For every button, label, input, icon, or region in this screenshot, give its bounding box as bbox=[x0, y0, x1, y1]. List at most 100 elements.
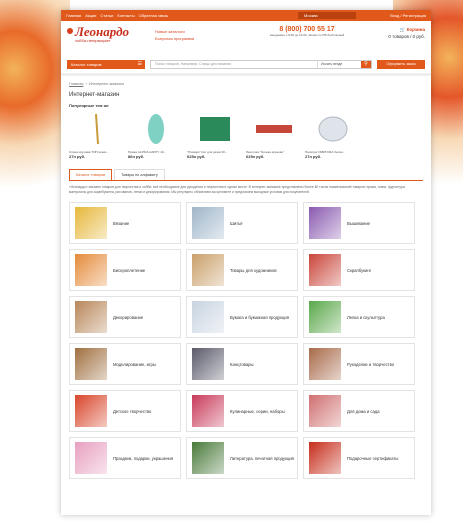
product-image[interactable] bbox=[128, 111, 183, 147]
category-thumbnail[interactable] bbox=[192, 301, 224, 333]
category-thumbnail[interactable] bbox=[309, 207, 341, 239]
top-nav-link[interactable]: Контакты bbox=[117, 13, 134, 18]
ribbon-shape bbox=[255, 125, 292, 133]
product-image[interactable] bbox=[246, 111, 301, 147]
category-card[interactable]: Вышивание bbox=[303, 202, 415, 244]
checkout-button[interactable]: Оформить заказ bbox=[377, 59, 425, 69]
product-carousel: Спица круговая ТИП алюм... 27н руб. Пряж… bbox=[61, 108, 431, 159]
product-image[interactable] bbox=[305, 111, 360, 147]
search-input[interactable]: Поиск товаров, Например: Спицы для вязан… bbox=[155, 62, 231, 66]
product-image[interactable] bbox=[69, 111, 124, 147]
product-price: 27н руб. bbox=[69, 154, 86, 159]
catalogs-link[interactable]: Новые каталоги bbox=[155, 28, 245, 35]
search-button[interactable]: ⚲ bbox=[361, 60, 371, 68]
breadcrumb-home[interactable]: Главная bbox=[69, 82, 83, 86]
category-name[interactable]: Товары для художников bbox=[230, 268, 277, 273]
top-nav-link[interactable]: Статьи bbox=[100, 13, 113, 18]
category-thumbnail[interactable] bbox=[192, 254, 224, 286]
product-card[interactable]: Спица круговая ТИП алюм... 27н руб. bbox=[69, 111, 124, 159]
category-thumbnail[interactable] bbox=[75, 254, 107, 286]
product-image[interactable] bbox=[187, 111, 242, 147]
cart[interactable]: 🛒 Корзина 0 товаров / 0 руб. bbox=[369, 26, 425, 40]
category-thumbnail[interactable] bbox=[192, 395, 224, 427]
category-thumbnail[interactable] bbox=[75, 301, 107, 333]
logo[interactable]: Леонардо хобби-гипермаркет bbox=[67, 25, 155, 43]
category-name[interactable]: Канцтовары bbox=[230, 362, 254, 367]
cart-summary: 0 товаров / 0 руб. bbox=[388, 34, 425, 39]
category-card[interactable]: Лепка и скульптура bbox=[303, 296, 415, 338]
category-name[interactable]: Бумага и бумажная продукция bbox=[230, 315, 289, 320]
category-name[interactable]: Бисероплетение bbox=[113, 268, 145, 273]
site-header: Леонардо хобби-гипермаркет Новые каталог… bbox=[61, 21, 431, 57]
category-name[interactable]: Лепка и скульптура bbox=[347, 315, 385, 320]
top-nav-link[interactable]: Главная bbox=[66, 13, 81, 18]
top-nav-link[interactable]: Обратная связь bbox=[139, 13, 168, 18]
category-thumbnail[interactable] bbox=[309, 301, 341, 333]
product-card[interactable]: Ленточка "Тесьма кружево" 625н руб. bbox=[246, 111, 301, 159]
search-icon: ⚲ bbox=[364, 61, 368, 67]
needle-shape bbox=[94, 113, 99, 145]
top-nav: Главная Акции Статьи Контакты Обратная с… bbox=[66, 13, 298, 18]
category-thumbnail[interactable] bbox=[309, 348, 341, 380]
category-name[interactable]: Вышивание bbox=[347, 221, 370, 226]
category-name[interactable]: Скрапбукинг bbox=[347, 268, 371, 273]
category-card[interactable]: Бисероплетение bbox=[69, 249, 181, 291]
catalog-button[interactable]: Каталог товаров ☰ bbox=[67, 59, 145, 69]
category-name[interactable]: Декорирование bbox=[113, 315, 143, 320]
category-name[interactable]: Рукоделие и творчество bbox=[347, 362, 394, 367]
category-card[interactable]: Декорирование bbox=[69, 296, 181, 338]
category-card[interactable]: Рукоделие и творчество bbox=[303, 343, 415, 385]
category-card[interactable]: Праздник, подарки, украшения bbox=[69, 437, 181, 479]
category-card[interactable]: Шитьё bbox=[186, 202, 298, 244]
category-name[interactable]: Детское творчество bbox=[113, 409, 151, 414]
cart-label: Корзина bbox=[406, 27, 425, 32]
category-thumbnail[interactable] bbox=[192, 348, 224, 380]
category-card[interactable]: Моделирование, игры bbox=[69, 343, 181, 385]
tab-bar: Каталог товаров Товары по алфавиту bbox=[69, 159, 423, 181]
category-card[interactable]: Кулинарные, серии, наборы bbox=[186, 390, 298, 432]
product-card[interactable]: "Пэчворк" Кат для резки 30... 625н руб. bbox=[187, 111, 242, 159]
category-card[interactable]: Канцтовары bbox=[186, 343, 298, 385]
category-card[interactable]: Скрапбукинг bbox=[303, 249, 415, 291]
category-card[interactable]: Бумага и бумажная продукция bbox=[186, 296, 298, 338]
category-name[interactable]: Подарочные сертификаты bbox=[347, 456, 398, 461]
category-card[interactable]: Вязание bbox=[69, 202, 181, 244]
contacts: 8 (800) 700 55 17 ежедневно с 9:00 до 21… bbox=[245, 26, 369, 37]
login-link[interactable]: Вход / Регистрация bbox=[368, 13, 426, 18]
product-price: 86н руб. bbox=[128, 154, 145, 159]
category-card[interactable]: Подарочные сертификаты bbox=[303, 437, 415, 479]
category-thumbnail[interactable] bbox=[75, 442, 107, 474]
category-thumbnail[interactable] bbox=[75, 348, 107, 380]
category-card[interactable]: Товары для художников bbox=[186, 249, 298, 291]
category-card[interactable]: Для дома и сада bbox=[303, 390, 415, 432]
category-thumbnail[interactable] bbox=[75, 207, 107, 239]
city-selector[interactable]: Москва bbox=[298, 12, 356, 19]
product-card[interactable]: Пряжа ALPINA HAPPY 10... 86н руб. bbox=[128, 111, 183, 159]
search-category-select[interactable]: Искать везде bbox=[317, 60, 361, 68]
phone-number[interactable]: 8 (800) 700 55 17 bbox=[245, 26, 369, 33]
tab-alphabetical[interactable]: Товары по алфавиту bbox=[114, 169, 165, 180]
category-name[interactable]: Литература, печатная продукция bbox=[230, 456, 294, 461]
category-name[interactable]: Кулинарные, серии, наборы bbox=[230, 409, 285, 414]
category-thumbnail[interactable] bbox=[309, 395, 341, 427]
category-name[interactable]: Праздник, подарки, украшения bbox=[113, 456, 173, 461]
bonus-program-link[interactable]: Бонусная программа bbox=[155, 35, 245, 42]
category-thumbnail[interactable] bbox=[309, 254, 341, 286]
product-card[interactable]: Палитра ТАВРИЧКА белая... 27н руб. bbox=[305, 111, 360, 159]
top-bar: Главная Акции Статьи Контакты Обратная с… bbox=[61, 10, 431, 21]
cart-icon: 🛒 bbox=[399, 27, 406, 32]
tab-catalog[interactable]: Каталог товаров bbox=[69, 169, 112, 180]
category-name[interactable]: Вязание bbox=[113, 221, 129, 226]
category-thumbnail[interactable] bbox=[309, 442, 341, 474]
product-price: 27н руб. bbox=[305, 154, 322, 159]
category-card[interactable]: Литература, печатная продукция bbox=[186, 437, 298, 479]
category-thumbnail[interactable] bbox=[192, 442, 224, 474]
category-card[interactable]: Детское творчество bbox=[69, 390, 181, 432]
category-thumbnail[interactable] bbox=[75, 395, 107, 427]
top-nav-link[interactable]: Акции bbox=[85, 13, 96, 18]
category-name[interactable]: Шитьё bbox=[230, 221, 243, 226]
category-name[interactable]: Моделирование, игры bbox=[113, 362, 156, 367]
product-price: 625н руб. bbox=[246, 154, 265, 159]
category-thumbnail[interactable] bbox=[192, 207, 224, 239]
category-name[interactable]: Для дома и сада bbox=[347, 409, 380, 414]
